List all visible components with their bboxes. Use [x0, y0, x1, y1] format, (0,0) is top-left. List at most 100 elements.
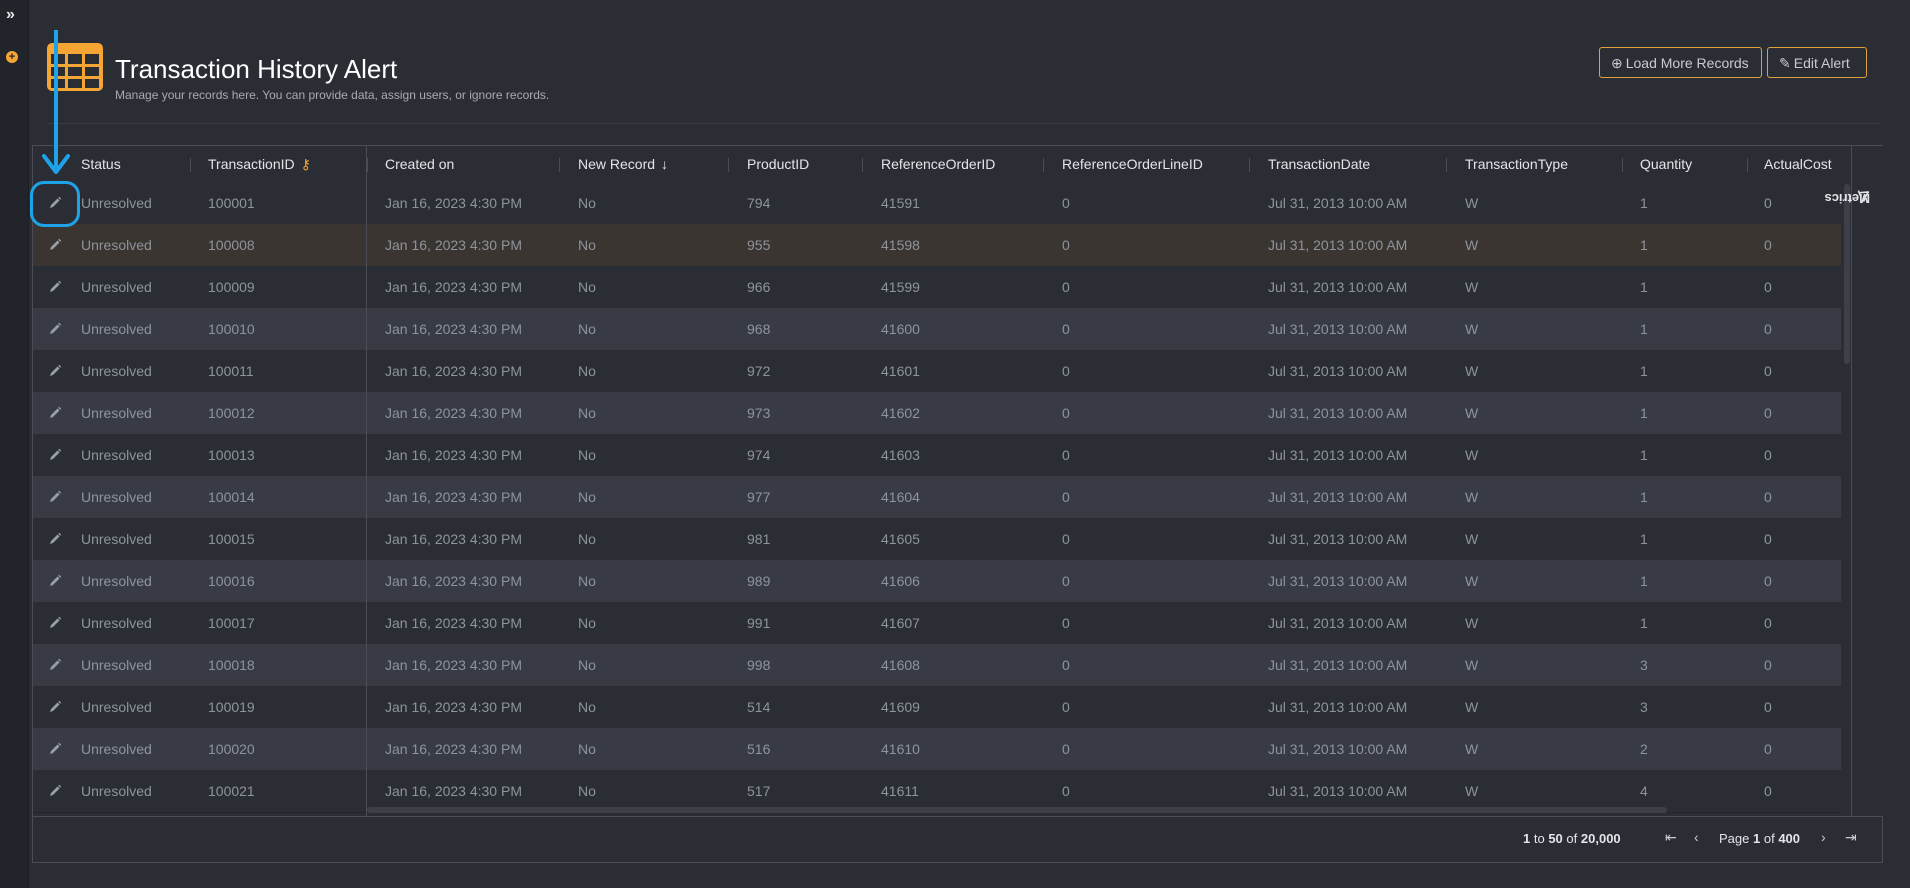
cell-qty: 1	[1640, 279, 1648, 295]
column-separator[interactable]	[862, 158, 863, 172]
edit-pencil-icon[interactable]	[48, 532, 62, 546]
table-row[interactable]: Unresolved 100017 Jan 16, 2023 4:30 PM No 99…	[33, 602, 1841, 645]
table-row[interactable]: Unresolved 100013 Jan 16, 2023 4:30 PM No 97…	[33, 434, 1841, 477]
cell-cost: 0	[1764, 363, 1772, 379]
cell-status: Unresolved	[81, 363, 152, 379]
table-row[interactable]: Unresolved 100001 Jan 16, 2023 4:30 PM No 79…	[33, 182, 1841, 225]
table-row[interactable]: Unresolved 100020 Jan 16, 2023 4:30 PM No 51…	[33, 728, 1841, 771]
column-separator[interactable]	[1747, 158, 1748, 172]
column-separator[interactable]	[367, 158, 368, 172]
last-page-icon[interactable]: ⇥	[1845, 829, 1857, 846]
cell-created: Jan 16, 2023 4:30 PM	[385, 237, 522, 253]
cell-productid: 516	[747, 741, 771, 757]
cell-reflineid: 0	[1062, 489, 1070, 505]
column-separator[interactable]	[1446, 158, 1447, 172]
cell-created: Jan 16, 2023 4:30 PM	[385, 531, 522, 547]
table-row[interactable]: Unresolved 100009 Jan 16, 2023 4:30 PM No 96…	[33, 266, 1841, 309]
column-header-tdate[interactable]: TransactionDate	[1268, 146, 1370, 182]
cell-ttype: W	[1465, 447, 1479, 463]
column-header-status[interactable]: Status	[81, 146, 121, 182]
load-more-records-button[interactable]: ⊕ Load More Records	[1599, 47, 1762, 78]
cell-productid: 973	[747, 405, 771, 421]
edit-pencil-icon[interactable]	[48, 448, 62, 462]
table-row[interactable]: Unresolved 100010 Jan 16, 2023 4:30 PM No 96…	[33, 308, 1841, 351]
cell-ttype: W	[1465, 573, 1479, 589]
cell-ttype: W	[1465, 195, 1479, 211]
edit-pencil-icon[interactable]	[48, 700, 62, 714]
column-separator[interactable]	[1622, 158, 1623, 172]
edit-pencil-icon[interactable]	[48, 742, 62, 756]
first-page-icon[interactable]: ⇤	[1665, 829, 1677, 846]
table-row[interactable]: Unresolved 100019 Jan 16, 2023 4:30 PM No 51…	[33, 686, 1841, 729]
vertical-scrollbar[interactable]	[1844, 184, 1850, 364]
table-row[interactable]: Unresolved 100011 Jan 16, 2023 4:30 PM No 97…	[33, 350, 1841, 393]
edit-alert-button[interactable]: ✎ Edit Alert	[1767, 47, 1867, 78]
cell-reflineid: 0	[1062, 237, 1070, 253]
edit-pencil-icon[interactable]	[48, 616, 62, 630]
edit-pencil-icon[interactable]	[48, 658, 62, 672]
prev-page-icon[interactable]: ‹	[1694, 829, 1699, 845]
cell-ttype: W	[1465, 279, 1479, 295]
cell-newrecord: No	[578, 741, 596, 757]
edit-pencil-icon[interactable]	[48, 322, 62, 336]
cell-ttype: W	[1465, 405, 1479, 421]
cell-transactionid: 100010	[208, 321, 255, 337]
column-separator[interactable]	[559, 158, 560, 172]
metrics-tab[interactable]: ⼛ Metrics	[1824, 188, 1878, 260]
edit-pencil-icon[interactable]	[48, 280, 62, 294]
pagination-bar: 1 to 50 of 20,000 ⇤ ‹ Page 1 of 400 › ⇥	[33, 816, 1882, 863]
cell-ttype: W	[1465, 321, 1479, 337]
column-header-productid[interactable]: ProductID	[747, 146, 809, 182]
page-title: Transaction History Alert	[115, 54, 398, 84]
column-header-transactionid[interactable]: TransactionID ⚷	[208, 146, 311, 182]
column-header-qty[interactable]: Quantity	[1640, 146, 1692, 182]
column-separator[interactable]	[728, 158, 729, 172]
cell-transactionid: 100019	[208, 699, 255, 715]
cell-created: Jan 16, 2023 4:30 PM	[385, 279, 522, 295]
edit-pencil-icon[interactable]	[48, 574, 62, 588]
cell-cost: 0	[1764, 195, 1772, 211]
table-row[interactable]: Unresolved 100018 Jan 16, 2023 4:30 PM No 99…	[33, 644, 1841, 687]
cell-refid: 41599	[881, 279, 920, 295]
column-separator[interactable]	[1249, 158, 1250, 172]
cell-tdate: Jul 31, 2013 10:00 AM	[1268, 405, 1408, 421]
edit-pencil-icon[interactable]	[48, 490, 62, 504]
page-total: 400	[1778, 831, 1801, 846]
horizontal-scrollbar[interactable]	[367, 807, 1667, 813]
column-header-reflineid[interactable]: ReferenceOrderLineID	[1062, 146, 1203, 182]
next-page-icon[interactable]: ›	[1821, 829, 1826, 845]
column-header-label: New Record	[578, 156, 656, 172]
cell-cost: 0	[1764, 657, 1772, 673]
column-separator[interactable]	[1043, 158, 1044, 172]
column-header-newrecord[interactable]: New Record ↓	[578, 146, 668, 182]
column-header-refid[interactable]: ReferenceOrderID	[881, 146, 995, 182]
column-header-created[interactable]: Created on	[385, 146, 454, 182]
page-word: Page	[1719, 831, 1750, 846]
cell-refid: 41600	[881, 321, 920, 337]
edit-pencil-icon[interactable]	[48, 406, 62, 420]
cell-refid: 41608	[881, 657, 920, 673]
pinned-column-divider	[366, 146, 367, 816]
table-row[interactable]: Unresolved 100014 Jan 16, 2023 4:30 PM No 97…	[33, 476, 1841, 519]
cell-cost: 0	[1764, 321, 1772, 337]
plus-circle-icon[interactable]: +	[6, 51, 18, 63]
edit-pencil-icon[interactable]	[48, 238, 62, 252]
cell-reflineid: 0	[1062, 531, 1070, 547]
page-current: 1	[1753, 831, 1761, 846]
cell-newrecord: No	[578, 657, 596, 673]
edit-pencil-icon[interactable]	[48, 364, 62, 378]
table-row[interactable]: Unresolved 100015 Jan 16, 2023 4:30 PM No 98…	[33, 518, 1841, 561]
cell-newrecord: No	[578, 699, 596, 715]
column-header-cost[interactable]: ActualCost	[1764, 146, 1832, 182]
table-row[interactable]: Unresolved 100012 Jan 16, 2023 4:30 PM No 97…	[33, 392, 1841, 435]
table-row[interactable]: Unresolved 100016 Jan 16, 2023 4:30 PM No 98…	[33, 560, 1841, 603]
table-row[interactable]: Unresolved 100008 Jan 16, 2023 4:30 PM No 95…	[33, 224, 1841, 267]
cell-refid: 41602	[881, 405, 920, 421]
double-chevron-right-icon[interactable]: »	[6, 6, 15, 24]
edit-pencil-icon[interactable]	[48, 784, 62, 798]
cell-qty: 1	[1640, 405, 1648, 421]
count-total: 20,000	[1580, 831, 1621, 846]
column-separator[interactable]	[190, 158, 191, 172]
column-header-ttype[interactable]: TransactionType	[1465, 146, 1568, 182]
cell-cost: 0	[1764, 405, 1772, 421]
